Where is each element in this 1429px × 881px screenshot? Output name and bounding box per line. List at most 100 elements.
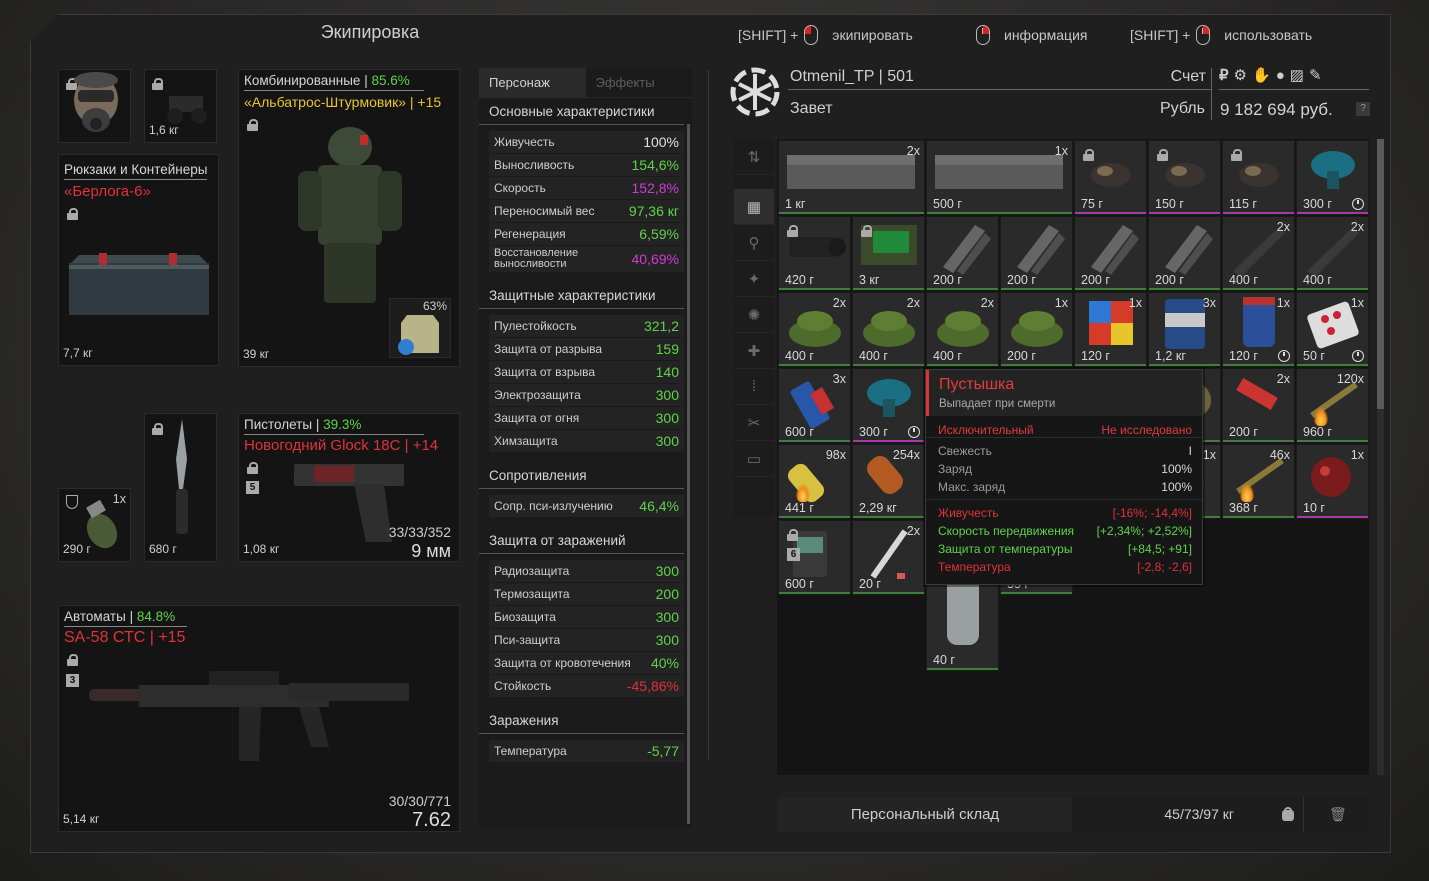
tab-effects[interactable]: Эффекты xyxy=(586,68,693,97)
inventory-item[interactable]: 300 г xyxy=(1296,140,1369,215)
stat-row: Пси-защита 300 xyxy=(489,629,684,651)
inventory-item[interactable]: 200 г xyxy=(1148,216,1221,291)
tooltip-header: Пустышка Выпадает при смерти xyxy=(926,370,1202,416)
inventory-item[interactable]: 1x 10 г xyxy=(1296,444,1369,519)
tooltip-title: Пустышка xyxy=(939,376,1015,393)
tools-filter-icon[interactable]: ✂ xyxy=(734,405,774,441)
gear-icon[interactable]: ⚙ xyxy=(1234,67,1252,84)
inventory-item[interactable]: 300 г xyxy=(852,368,925,443)
inventory-item[interactable]: 1x 200 г xyxy=(1000,292,1073,367)
inventory-item[interactable]: 2x 400 г xyxy=(778,292,851,367)
token-icon[interactable]: ● xyxy=(1276,67,1290,84)
fire-icon xyxy=(796,484,810,502)
inventory-item[interactable]: 254x 2,29 кг xyxy=(852,444,925,519)
ticket-icon[interactable]: ▨ xyxy=(1290,67,1309,84)
inventory-item[interactable]: 150 г xyxy=(1148,140,1221,215)
help-icon[interactable]: ? xyxy=(1356,102,1370,116)
link-icon[interactable]: ⚲ xyxy=(734,225,774,261)
armor-plate[interactable]: 63% xyxy=(389,298,451,358)
stat-row: Защита от огня 300 xyxy=(489,407,684,429)
armor-slot[interactable]: Комбинированные | 85.6% «Альбатрос-Штурм… xyxy=(238,69,460,367)
inventory-item[interactable]: 2x 1 кг xyxy=(778,140,925,215)
grenade-slot[interactable]: 1x 290 г xyxy=(58,488,131,562)
stat-row: Защита от взрыва 140 xyxy=(489,361,684,383)
pistol-slot[interactable]: Пистолеты | 39.3% Новогодний Glock 18C |… xyxy=(238,413,460,562)
stat-value: 300 xyxy=(655,563,679,579)
stats-section-title: Защитные характеристики xyxy=(479,282,684,309)
mask-slot[interactable] xyxy=(58,69,131,143)
stat-value: -5,77 xyxy=(647,743,679,759)
backpack-slot[interactable]: Рюкзаки и Контейнеры «Берлога-6» 7,7 кг xyxy=(58,154,219,366)
ammo-filter-icon[interactable]: ⁞ xyxy=(734,369,774,405)
equipment-title: Экипировка xyxy=(320,22,420,42)
inventory-item[interactable]: 3x 600 г xyxy=(778,368,851,443)
trash-icon[interactable]: 🗑 xyxy=(1329,807,1347,821)
inventory-item[interactable]: 2x 400 г xyxy=(852,292,925,367)
inventory-item[interactable]: 200 г xyxy=(1000,216,1073,291)
pistol-ammo: 33/33/352 xyxy=(388,524,451,540)
item-quantity: 1x xyxy=(1202,448,1216,462)
inventory-item[interactable]: 46x 368 г xyxy=(1222,444,1295,519)
stats-scrollbar[interactable] xyxy=(687,124,690,824)
mouse-left-icon xyxy=(804,25,819,45)
inventory-item[interactable]: 2x 200 г xyxy=(1222,368,1295,443)
inventory-item[interactable]: 2x 20 г xyxy=(852,520,925,595)
sort-icon[interactable]: ⇅ xyxy=(734,139,774,175)
stat-label: Защита от разрыва xyxy=(494,342,603,356)
inventory-item[interactable]: 120x 960 г xyxy=(1296,368,1369,443)
medkit-filter-icon[interactable]: ✚ xyxy=(734,333,774,369)
inventory-scrollbar[interactable] xyxy=(1377,139,1384,775)
inventory-item[interactable]: 115 г xyxy=(1222,140,1295,215)
device-slot[interactable]: 1,6 кг xyxy=(144,69,217,143)
inventory-item[interactable]: 3 кг xyxy=(852,216,925,291)
inventory-item[interactable]: 2x 400 г xyxy=(1296,216,1369,291)
device-weight: 1,6 кг xyxy=(149,123,179,137)
inventory-item[interactable]: 1x 120 г xyxy=(1074,292,1147,367)
item-weight: 441 г xyxy=(785,501,814,515)
pen-icon[interactable]: ✎ xyxy=(1309,67,1327,84)
ruble-icon[interactable]: ₽ xyxy=(1219,67,1234,84)
lock-icon xyxy=(67,654,78,666)
grid-icon[interactable]: ▦ xyxy=(734,189,774,225)
inventory-item[interactable]: 2x 400 г xyxy=(1222,216,1295,291)
tab-character[interactable]: Персонаж xyxy=(479,68,586,97)
stat-value: 154,6% xyxy=(631,157,679,173)
weapon-filter-icon[interactable]: ✦ xyxy=(734,261,774,297)
inventory-item[interactable]: 1x 500 г xyxy=(926,140,1073,215)
pistol-name: Новогодний Glock 18C | +14 xyxy=(244,437,439,454)
inventory-item[interactable]: 1x 120 г xyxy=(1222,292,1295,367)
backpack-category: Рюкзаки и Контейнеры xyxy=(64,162,208,180)
inventory-item[interactable]: 6 600 г xyxy=(778,520,851,595)
rifle-category: Автоматы xyxy=(64,609,126,624)
stat-label: Защита от кровотечения xyxy=(494,656,631,670)
item-weight: 368 г xyxy=(1229,501,1258,515)
stat-row: Радиозащита 300 xyxy=(489,560,684,582)
stat-label: Стойкость xyxy=(494,679,552,693)
inventory-item[interactable]: 98x 441 г xyxy=(778,444,851,519)
lock-icon xyxy=(1157,149,1168,161)
inventory-item[interactable]: 1x 50 г xyxy=(1296,292,1369,367)
inventory-item[interactable]: 3x 1,2 кг xyxy=(1148,292,1221,367)
use-hint: использовать xyxy=(1224,27,1313,43)
item-weight: 300 г xyxy=(1303,197,1332,211)
hand-icon[interactable]: ✋ xyxy=(1252,67,1276,84)
magazine-badge: 3 xyxy=(66,674,79,687)
personal-storage-button[interactable]: Персональный склад xyxy=(778,797,1073,832)
rifle-slot[interactable]: Автоматы | 84.8% SA-58 СТС | +15 3 30/30… xyxy=(58,605,460,832)
item-weight: 400 г xyxy=(1303,273,1332,287)
item-quantity: 2x xyxy=(1276,372,1290,386)
inventory-item[interactable]: 200 г xyxy=(926,216,999,291)
stats-section-title: Сопротивления xyxy=(479,462,684,489)
inventory-item[interactable]: 200 г xyxy=(1074,216,1147,291)
magazine-badge: 5 xyxy=(246,481,259,494)
inventory-item[interactable]: 75 г xyxy=(1074,140,1147,215)
tooltip-stat-value: 100% xyxy=(1161,462,1192,476)
inventory-item[interactable]: 2x 400 г xyxy=(926,292,999,367)
plate-icon xyxy=(398,315,439,355)
scroll-thumb[interactable] xyxy=(1377,139,1384,409)
stat-row: Биозащита 300 xyxy=(489,606,684,628)
misc-filter-icon[interactable]: ▭ xyxy=(734,441,774,477)
artifact-filter-icon[interactable]: ✺ xyxy=(734,297,774,333)
knife-slot[interactable]: 680 г xyxy=(144,413,217,562)
inventory-item[interactable]: 420 г xyxy=(778,216,851,291)
